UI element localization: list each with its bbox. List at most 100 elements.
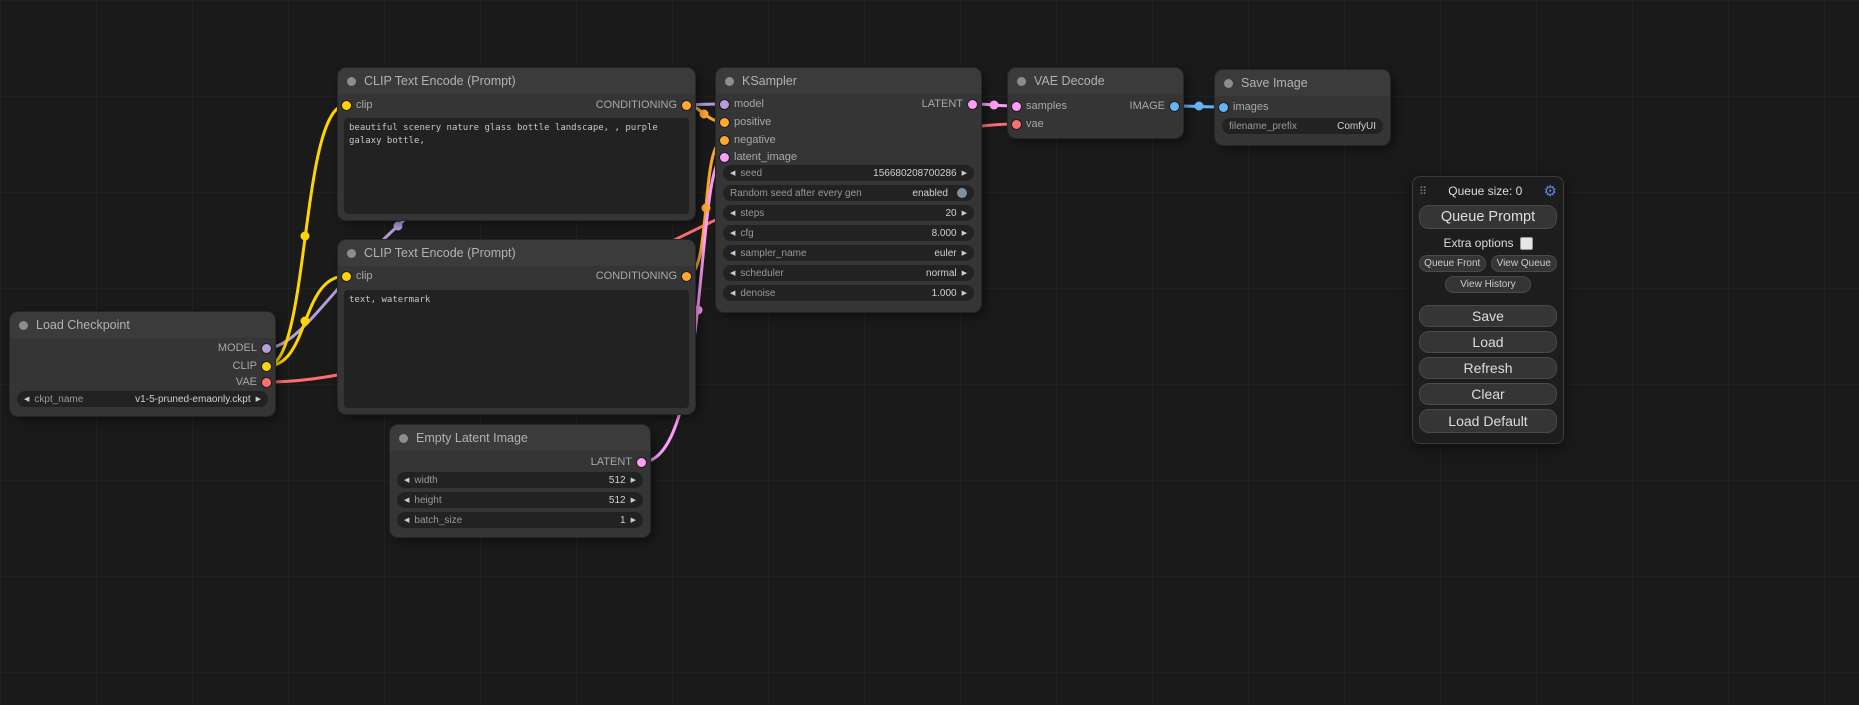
node-empty-latent-image[interactable]: Empty Latent Image LATENT ◀ width 512 ▶ … bbox=[390, 425, 650, 537]
node-graph-canvas[interactable]: Load Checkpoint MODEL CLIP VAE ◀ ckpt_na… bbox=[0, 0, 1859, 705]
widget-value: 512 bbox=[609, 475, 626, 486]
node-titlebar[interactable]: Empty Latent Image bbox=[390, 425, 650, 451]
settings-gear-icon[interactable]: ⚙ bbox=[1544, 184, 1557, 199]
latent-port-dot[interactable] bbox=[1012, 102, 1021, 111]
model-port-dot[interactable] bbox=[262, 344, 271, 353]
prompt-textarea[interactable]: text, watermark bbox=[344, 290, 689, 408]
link-midpoint-dot bbox=[1195, 102, 1204, 111]
node-save-image[interactable]: Save Image images filename_prefix ComfyU… bbox=[1215, 70, 1390, 145]
load-default-button[interactable]: Load Default bbox=[1419, 409, 1557, 433]
increment-arrow-icon[interactable]: ▶ bbox=[962, 230, 967, 237]
widget-width[interactable]: ◀ width 512 ▶ bbox=[397, 472, 643, 488]
port-label: clip bbox=[356, 270, 373, 282]
widget-batch-size[interactable]: ◀ batch_size 1 ▶ bbox=[397, 512, 643, 528]
widget-height[interactable]: ◀ height 512 ▶ bbox=[397, 492, 643, 508]
widget-value: ComfyUI bbox=[1337, 121, 1376, 132]
collapse-dot-icon[interactable] bbox=[1224, 79, 1233, 88]
conditioning-port-dot[interactable] bbox=[682, 272, 691, 281]
node-clip-text-encode-negative[interactable]: CLIP Text Encode (Prompt) clip CONDITION… bbox=[338, 240, 695, 414]
increment-arrow-icon[interactable]: ▶ bbox=[962, 210, 967, 217]
increment-arrow-icon[interactable]: ▶ bbox=[962, 170, 967, 177]
vae-port-dot[interactable] bbox=[262, 378, 271, 387]
widget-scheduler[interactable]: ◀ scheduler normal ▶ bbox=[723, 265, 974, 281]
latent-port-dot[interactable] bbox=[968, 100, 977, 109]
widget-random-seed-toggle[interactable]: Random seed after every gen enabled bbox=[723, 185, 974, 201]
conditioning-port-dot[interactable] bbox=[720, 118, 729, 127]
decrement-arrow-icon[interactable]: ◀ bbox=[24, 396, 29, 403]
decrement-arrow-icon[interactable]: ◀ bbox=[730, 290, 735, 297]
view-history-button[interactable]: View History bbox=[1445, 276, 1531, 293]
queue-front-button[interactable]: Queue Front bbox=[1419, 255, 1486, 272]
input-port-negative: negative bbox=[720, 132, 776, 148]
collapse-dot-icon[interactable] bbox=[1017, 77, 1026, 86]
widget-ckpt-name[interactable]: ◀ ckpt_name v1-5-pruned-emaonly.ckpt ▶ bbox=[17, 391, 268, 407]
clear-button[interactable]: Clear bbox=[1419, 383, 1557, 405]
increment-arrow-icon[interactable]: ▶ bbox=[631, 477, 636, 484]
link-midpoint-dot bbox=[301, 317, 310, 326]
widget-label: ckpt_name bbox=[34, 394, 83, 405]
collapse-dot-icon[interactable] bbox=[347, 249, 356, 258]
decrement-arrow-icon[interactable]: ◀ bbox=[730, 230, 735, 237]
input-port-samples: samples bbox=[1012, 98, 1067, 114]
node-load-checkpoint[interactable]: Load Checkpoint MODEL CLIP VAE ◀ ckpt_na… bbox=[10, 312, 275, 416]
node-titlebar[interactable]: Load Checkpoint bbox=[10, 312, 275, 338]
widget-label: height bbox=[414, 495, 441, 506]
widget-filename-prefix[interactable]: filename_prefix ComfyUI bbox=[1222, 118, 1383, 134]
conditioning-port-dot[interactable] bbox=[682, 101, 691, 110]
decrement-arrow-icon[interactable]: ◀ bbox=[730, 210, 735, 217]
decrement-arrow-icon[interactable]: ◀ bbox=[404, 517, 409, 524]
node-titlebar[interactable]: CLIP Text Encode (Prompt) bbox=[338, 240, 695, 266]
increment-arrow-icon[interactable]: ▶ bbox=[962, 270, 967, 277]
queue-prompt-button[interactable]: Queue Prompt bbox=[1419, 205, 1557, 229]
vae-port-dot[interactable] bbox=[1012, 120, 1021, 129]
collapse-dot-icon[interactable] bbox=[399, 434, 408, 443]
image-port-dot[interactable] bbox=[1170, 102, 1179, 111]
decrement-arrow-icon[interactable]: ◀ bbox=[730, 170, 735, 177]
collapse-dot-icon[interactable] bbox=[19, 321, 28, 330]
port-label: VAE bbox=[236, 376, 257, 388]
model-port-dot[interactable] bbox=[720, 100, 729, 109]
widget-steps[interactable]: ◀ steps 20 ▶ bbox=[723, 205, 974, 221]
decrement-arrow-icon[interactable]: ◀ bbox=[404, 497, 409, 504]
node-titlebar[interactable]: KSampler bbox=[716, 68, 981, 94]
output-port-latent: LATENT bbox=[922, 96, 977, 112]
node-titlebar[interactable]: CLIP Text Encode (Prompt) bbox=[338, 68, 695, 94]
node-titlebar[interactable]: VAE Decode bbox=[1008, 68, 1183, 94]
spacer bbox=[1419, 297, 1557, 305]
widget-sampler-name[interactable]: ◀ sampler_name euler ▶ bbox=[723, 245, 974, 261]
prompt-textarea[interactable]: beautiful scenery nature glass bottle la… bbox=[344, 118, 689, 214]
view-queue-button[interactable]: View Queue bbox=[1491, 255, 1558, 272]
node-titlebar[interactable]: Save Image bbox=[1215, 70, 1390, 96]
clip-port-dot[interactable] bbox=[342, 272, 351, 281]
clip-port-dot[interactable] bbox=[262, 362, 271, 371]
increment-arrow-icon[interactable]: ▶ bbox=[962, 290, 967, 297]
latent-port-dot[interactable] bbox=[720, 153, 729, 162]
widget-cfg[interactable]: ◀ cfg 8.000 ▶ bbox=[723, 225, 974, 241]
node-ksampler[interactable]: KSampler model positive negative latent_… bbox=[716, 68, 981, 312]
node-clip-text-encode-positive[interactable]: CLIP Text Encode (Prompt) clip CONDITION… bbox=[338, 68, 695, 220]
increment-arrow-icon[interactable]: ▶ bbox=[962, 250, 967, 257]
decrement-arrow-icon[interactable]: ◀ bbox=[404, 477, 409, 484]
widget-denoise[interactable]: ◀ denoise 1.000 ▶ bbox=[723, 285, 974, 301]
load-button[interactable]: Load bbox=[1419, 331, 1557, 353]
latent-port-dot[interactable] bbox=[637, 458, 646, 467]
conditioning-port-dot[interactable] bbox=[720, 136, 729, 145]
node-vae-decode[interactable]: VAE Decode samples vae IMAGE bbox=[1008, 68, 1183, 138]
save-button[interactable]: Save bbox=[1419, 305, 1557, 327]
increment-arrow-icon[interactable]: ▶ bbox=[256, 396, 261, 403]
link-clip-negative bbox=[267, 276, 346, 366]
toggle-knob[interactable] bbox=[957, 188, 967, 198]
decrement-arrow-icon[interactable]: ◀ bbox=[730, 270, 735, 277]
output-port-conditioning: CONDITIONING bbox=[596, 268, 691, 284]
drag-handle-icon[interactable]: ⠿ bbox=[1419, 185, 1427, 198]
increment-arrow-icon[interactable]: ▶ bbox=[631, 517, 636, 524]
decrement-arrow-icon[interactable]: ◀ bbox=[730, 250, 735, 257]
collapse-dot-icon[interactable] bbox=[725, 77, 734, 86]
clip-port-dot[interactable] bbox=[342, 101, 351, 110]
increment-arrow-icon[interactable]: ▶ bbox=[631, 497, 636, 504]
refresh-button[interactable]: Refresh bbox=[1419, 357, 1557, 379]
collapse-dot-icon[interactable] bbox=[347, 77, 356, 86]
extra-options-checkbox[interactable] bbox=[1520, 237, 1533, 250]
widget-seed[interactable]: ◀ seed 156680208700286 ▶ bbox=[723, 165, 974, 181]
image-port-dot[interactable] bbox=[1219, 103, 1228, 112]
